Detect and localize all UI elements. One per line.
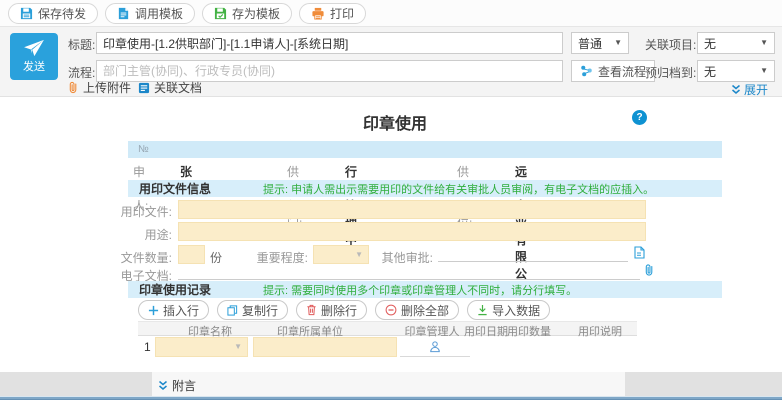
title-input[interactable] (96, 32, 563, 54)
help-icon[interactable]: ? (632, 110, 647, 125)
edoc-field[interactable] (178, 263, 640, 280)
doc-info-section-hint: 提示: 申请人需出示需要用印的文件给有关审批人员审阅，有电子文档的应插入。 (263, 181, 654, 197)
seal-manager-picker[interactable] (400, 337, 470, 357)
view-flow-button[interactable]: 查看流程 (571, 60, 655, 82)
expand-link[interactable]: 展开 (731, 81, 768, 98)
caret-down-icon: ▼ (760, 39, 768, 47)
record-section-hint: 提示: 需要同时使用多个印章或印章管理人不同时，请分行填写。 (263, 282, 577, 298)
delete-all-label: 删除全部 (401, 302, 449, 319)
related-project-select[interactable]: 无 ▼ (697, 32, 775, 54)
print-icon (311, 7, 325, 20)
save-pending-label: 保存待发 (38, 5, 86, 22)
related-doc-label: 关联文档 (154, 79, 202, 96)
import-data-label: 导入数据 (492, 302, 540, 319)
related-doc-link[interactable]: 关联文档 (138, 79, 202, 96)
record-table-header: 印章名称 印章所属单位 印章管理人 用印日期 用印数量 用印说明 (138, 321, 637, 336)
related-project-label: 关联项目: (645, 36, 696, 53)
serial-label: № (138, 144, 149, 155)
paperclip-icon (644, 263, 655, 277)
delete-row-button[interactable]: 删除行 (296, 300, 367, 320)
doc-info-section-title: 用印文件信息 (139, 180, 211, 197)
save-template-icon (214, 7, 227, 20)
record-section-header: 印章使用记录 提示: 需要同时使用多个印章或印章管理人不同时，请分行填写。 (128, 281, 722, 298)
send-button[interactable]: 发送 (10, 33, 58, 80)
upload-attachment-link[interactable]: 上传附件 (68, 79, 131, 96)
priority-value: 普通 (578, 35, 602, 52)
person-icon (429, 340, 441, 353)
department-label: 供职部门: (287, 163, 302, 231)
doc-picker-icon (633, 246, 645, 259)
seal-doc-label: 用印文件: (97, 203, 172, 220)
save-template-button[interactable]: 存为模板 (202, 3, 292, 24)
copy-row-icon (227, 305, 238, 316)
delete-all-icon (385, 304, 397, 316)
import-data-button[interactable]: 导入数据 (467, 300, 550, 320)
caret-down-icon: ▼ (614, 39, 622, 47)
paper-plane-icon (23, 39, 45, 57)
priority-select[interactable]: 普通 ▼ (571, 32, 629, 54)
paperclip-icon (68, 81, 79, 94)
document-header-panel: 发送 标题: 普通 ▼ 关联项目: 无 ▼ 流程: 查看流程 预归档到: 无 ▼… (0, 27, 782, 97)
other-approval-picker[interactable] (633, 246, 645, 262)
postscript-toggle[interactable]: 附言 (158, 377, 196, 394)
load-template-label: 调用模板 (135, 5, 183, 22)
seal-doc-input[interactable] (178, 200, 646, 219)
upload-attachment-label: 上传附件 (83, 79, 131, 96)
flow-icon (580, 65, 593, 77)
copy-row-button[interactable]: 复制行 (217, 300, 288, 320)
purpose-input[interactable] (178, 222, 646, 241)
footer-bar: 附言 (0, 372, 782, 396)
delete-row-icon (306, 304, 317, 316)
company-label: 供职单位: (457, 163, 472, 231)
insert-row-button[interactable]: 插入行 (138, 300, 209, 320)
col-use-count: 用印数量 (503, 323, 555, 339)
print-label: 打印 (330, 5, 354, 22)
load-template-icon (117, 7, 130, 20)
insert-row-icon (148, 305, 159, 316)
footer-inner-panel (152, 372, 625, 396)
seal-name-select[interactable]: ▼ (155, 337, 248, 357)
record-button-row: 插入行 复制行 删除行 删除全部 导入数据 (138, 300, 550, 320)
prearchive-label: 预归档到: (645, 64, 696, 81)
prearchive-value: 无 (704, 63, 716, 80)
send-label: 发送 (23, 58, 45, 74)
bottom-accent-bar (0, 396, 782, 400)
form-title: 印章使用 (130, 110, 660, 134)
import-data-icon (477, 304, 488, 316)
linked-doc-icon (138, 82, 150, 94)
caret-down-icon: ▼ (234, 343, 242, 351)
expand-label: 展开 (744, 81, 768, 98)
delete-all-button[interactable]: 删除全部 (375, 300, 459, 320)
print-button[interactable]: 打印 (299, 3, 366, 24)
insert-row-label: 插入行 (163, 302, 199, 319)
doc-count-input[interactable] (178, 245, 205, 264)
top-toolbar: 保存待发 调用模板 存为模板 打印 (0, 0, 782, 27)
doc-count-label: 文件数量: (97, 249, 172, 266)
edoc-attach-button[interactable] (644, 263, 655, 280)
load-template-button[interactable]: 调用模板 (105, 3, 195, 24)
delete-row-label: 删除行 (321, 302, 357, 319)
col-use-note: 用印说明 (570, 323, 630, 339)
double-chevron-down-icon (158, 380, 168, 391)
save-template-label: 存为模板 (232, 5, 280, 22)
double-chevron-down-icon (731, 84, 741, 95)
seal-unit-input[interactable] (253, 337, 397, 357)
record-section-title: 印章使用记录 (139, 281, 211, 298)
other-approval-field[interactable] (438, 245, 628, 262)
caret-down-icon: ▼ (760, 67, 768, 75)
row-index: 1 (144, 340, 151, 354)
prearchive-select[interactable]: 无 ▼ (697, 60, 775, 82)
serial-number-bar: № (128, 141, 722, 158)
doc-info-section-header: 用印文件信息 提示: 申请人需出示需要用印的文件给有关审批人员审阅，有电子文档的… (128, 180, 722, 197)
title-label: 标题: (68, 36, 95, 53)
related-project-value: 无 (704, 35, 716, 52)
save-icon (20, 7, 33, 20)
save-pending-button[interactable]: 保存待发 (8, 3, 98, 24)
copy-row-label: 复制行 (242, 302, 278, 319)
purpose-label: 用途: (97, 226, 172, 243)
postscript-label: 附言 (172, 377, 196, 394)
view-flow-label: 查看流程 (598, 63, 646, 80)
